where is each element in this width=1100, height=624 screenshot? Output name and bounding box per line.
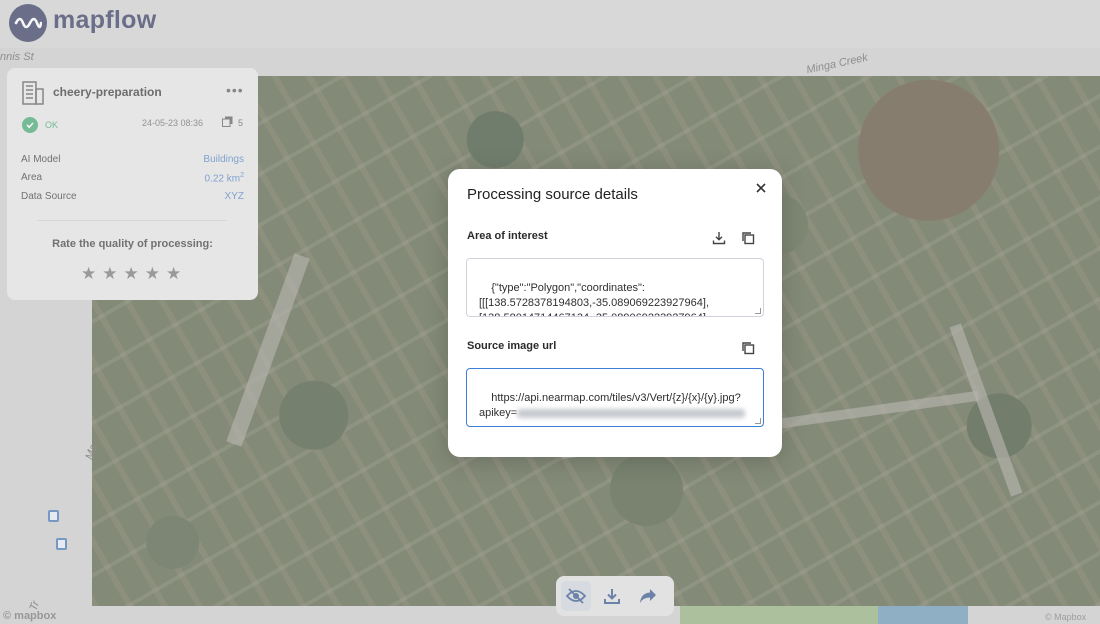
- redacted-api-key: [517, 408, 746, 418]
- source-details-dialog: Processing source details Area of intere…: [448, 169, 782, 457]
- resize-handle[interactable]: [755, 308, 761, 314]
- dialog-title: Processing source details: [467, 186, 638, 203]
- resize-handle[interactable]: [755, 418, 761, 424]
- copy-icon[interactable]: [741, 341, 755, 355]
- aoi-textarea[interactable]: {"type":"Polygon","coordinates": [[[138.…: [466, 258, 764, 317]
- close-icon[interactable]: [753, 180, 769, 196]
- copy-icon[interactable]: [741, 231, 755, 245]
- download-icon[interactable]: [712, 231, 726, 245]
- source-url-label: Source image url: [467, 340, 557, 352]
- aoi-geojson: {"type":"Polygon","coordinates": [[[138.…: [479, 282, 709, 316]
- aoi-label: Area of interest: [467, 230, 548, 242]
- source-url-textarea[interactable]: https://api.nearmap.com/tiles/v3/Vert/{z…: [466, 368, 764, 427]
